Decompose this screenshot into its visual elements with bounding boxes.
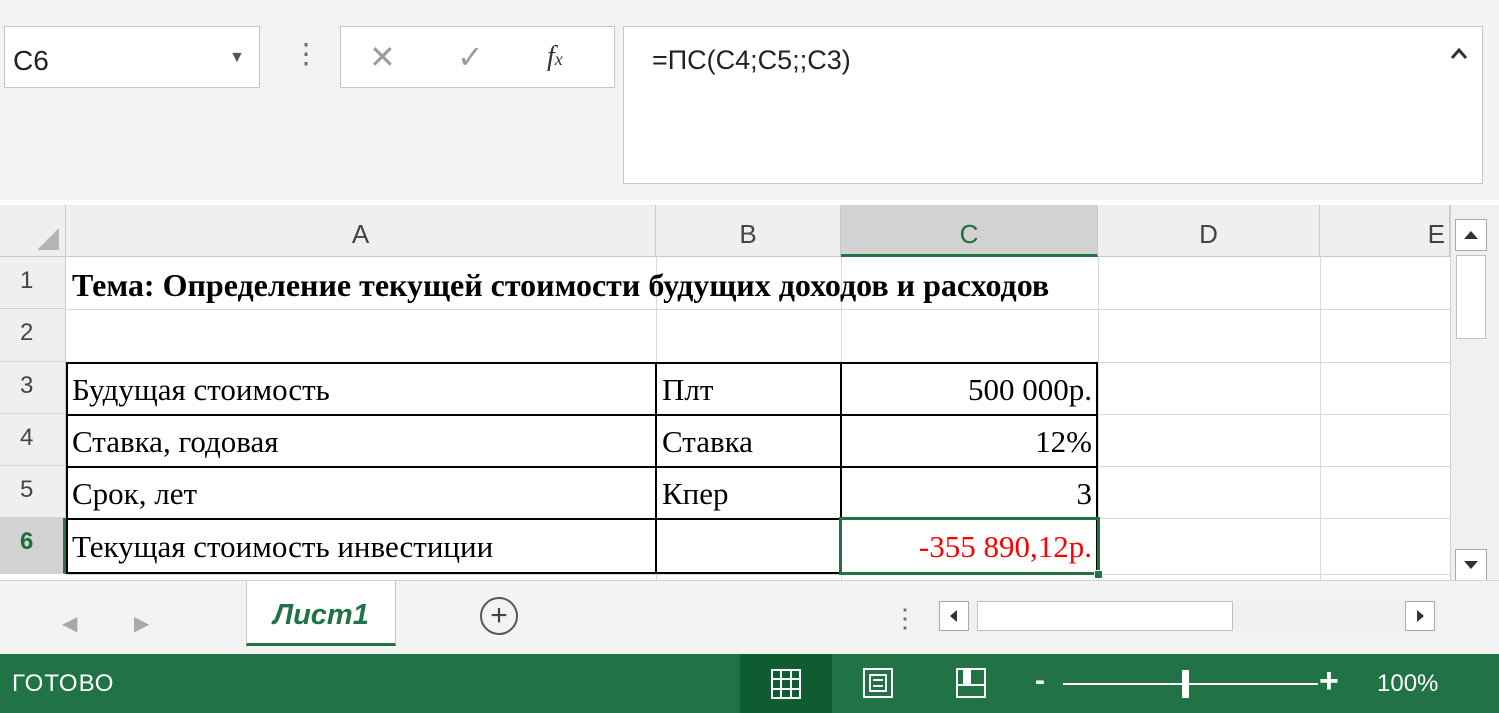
row-header-5[interactable]: 5 (0, 466, 66, 518)
gridline (66, 574, 1450, 575)
table-border (66, 362, 68, 574)
formula-bar-grip-icon[interactable]: ⋮ (292, 40, 320, 68)
gridline (1320, 257, 1321, 580)
row-header-3[interactable]: 3 (0, 362, 66, 414)
gridline (66, 309, 1450, 310)
vertical-scroll-thumb[interactable] (1456, 255, 1486, 339)
fx-icon[interactable]: fx (547, 39, 563, 77)
column-header-c[interactable]: C (841, 205, 1098, 257)
row-header-6[interactable]: 6 (0, 518, 66, 574)
scroll-up-button[interactable] (1455, 219, 1487, 251)
sheet-nav-next-icon[interactable]: ▶ (134, 611, 149, 636)
zoom-slider-thumb[interactable] (1182, 670, 1189, 698)
formula-input[interactable]: =ПС(C4;C5;;C3) (623, 26, 1483, 184)
chevron-up-icon[interactable] (1446, 41, 1472, 67)
column-header-b[interactable]: B (656, 205, 841, 257)
status-bar: ГОТОВО - + 100% (0, 654, 1499, 713)
table-border (66, 466, 1098, 468)
triangle-left-icon (950, 610, 957, 622)
scroll-left-button[interactable] (939, 601, 969, 631)
page-layout-icon[interactable] (862, 667, 894, 699)
table-border (655, 362, 657, 574)
vertical-scrollbar[interactable] (1450, 205, 1499, 581)
zoom-slider[interactable] (1063, 683, 1318, 685)
horizontal-scroll-thumb[interactable] (977, 601, 1233, 631)
cell-c4[interactable]: 12% (842, 418, 1096, 466)
select-all-button[interactable] (0, 205, 66, 257)
sheet-tab-bar: ◀ ▶ Лист1 + ⋮ (0, 580, 1499, 654)
checkmark-icon[interactable]: ✓ (457, 39, 484, 75)
cell-a4[interactable]: Ставка, годовая (72, 418, 279, 466)
fill-handle[interactable] (1094, 570, 1103, 579)
page-break-preview-icon[interactable] (955, 667, 987, 699)
name-box[interactable]: C6 ▼ (4, 26, 260, 88)
sheet-tab-list1[interactable]: Лист1 (246, 581, 396, 646)
horizontal-scrollbar[interactable] (937, 599, 1437, 633)
scroll-right-button[interactable] (1405, 601, 1435, 631)
table-border (66, 414, 1098, 416)
column-header-d[interactable]: D (1098, 205, 1320, 257)
plus-circle-icon[interactable]: + (480, 597, 518, 635)
column-header-a[interactable]: A (66, 205, 656, 257)
table-border (66, 362, 1098, 364)
close-icon[interactable]: ✕ (369, 39, 396, 75)
column-header-e[interactable]: E (1320, 205, 1450, 257)
triangle-right-icon (1417, 610, 1424, 622)
row-header-2[interactable]: 2 (0, 309, 66, 362)
cell-b4[interactable]: Ставка (662, 418, 753, 466)
selected-cell-border (839, 517, 1100, 575)
zoom-level[interactable]: 100% (1377, 670, 1438, 698)
grid-icon (771, 669, 801, 699)
cell-c5[interactable]: 3 (842, 470, 1096, 518)
sheet-nav-prev-icon[interactable]: ◀ (62, 611, 77, 636)
cell-a6[interactable]: Текущая стоимость инвестиции (72, 523, 493, 571)
cell-a5[interactable]: Срок, лет (72, 470, 197, 518)
cell-b5[interactable]: Кпер (662, 470, 729, 518)
status-ready: ГОТОВО (12, 670, 115, 697)
cell-c3[interactable]: 500 000р. (842, 366, 1096, 414)
triangle-down-icon (1464, 561, 1478, 569)
formula-text: =ПС(C4;C5;;C3) (652, 45, 851, 75)
row-header-1[interactable]: 1 (0, 257, 66, 309)
formula-area: C6 ▼ ⋮ ✕ ✓ fx =ПС(C4;C5;;C3) (0, 0, 1499, 200)
cell-b3[interactable]: Плт (662, 366, 713, 414)
normal-view-button[interactable] (740, 654, 832, 713)
name-box-value: C6 (13, 45, 49, 76)
row-header-4[interactable]: 4 (0, 414, 66, 466)
cell-a3[interactable]: Будущая стоимость (72, 366, 330, 414)
zoom-in-button[interactable]: + (1319, 662, 1339, 701)
zoom-out-button[interactable]: - (1035, 664, 1045, 698)
tab-splitter-icon[interactable]: ⋮ (892, 603, 918, 634)
triangle-up-icon (1464, 231, 1478, 239)
scroll-down-button[interactable] (1455, 549, 1487, 581)
cell-a1[interactable]: Тема: Определение текущей стоимости буду… (72, 261, 1049, 309)
spreadsheet-grid: A B C D E 1 2 3 4 5 6 Тема: Определение … (0, 205, 1450, 580)
formula-buttons: ✕ ✓ fx (340, 26, 615, 88)
name-box-dropdown-icon[interactable]: ▼ (229, 49, 245, 67)
